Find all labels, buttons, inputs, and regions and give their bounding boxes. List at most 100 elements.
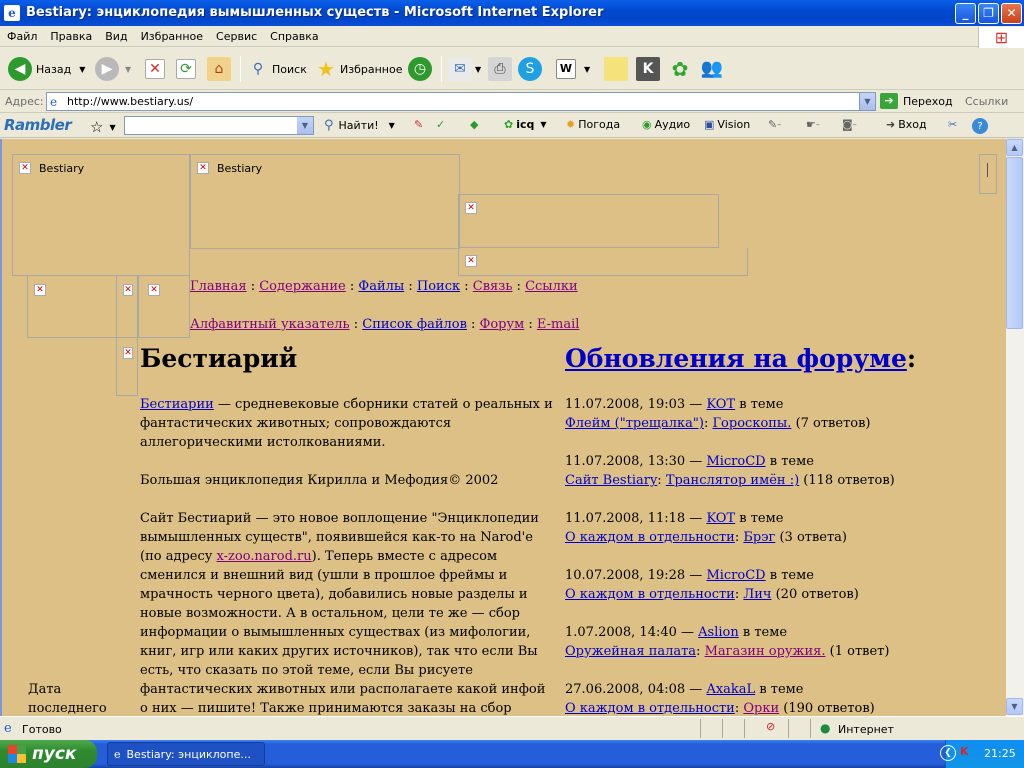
camera-icon[interactable]: ◙ – [842,118,857,131]
spellcheck-icon[interactable]: ✓ [436,118,445,131]
highlight-icon[interactable]: ✎ [414,118,423,131]
stop-button[interactable]: ✕ [145,54,165,84]
menu-edit[interactable]: Правка [43,27,98,43]
kaspersky-button[interactable]: K [636,54,660,84]
vision-button[interactable]: ▣ Vision [704,118,750,131]
clock[interactable]: 21:25 [984,747,1016,760]
tray-expand-icon[interactable]: ❮ [940,745,956,761]
intro-link[interactable]: Бестиарии [140,397,214,412]
update-forum-link[interactable]: Флейм ("трещалка") [565,416,704,431]
title-bar[interactable]: e Bestiary: энциклопедия вымышленных сущ… [0,0,1024,26]
update-user-link[interactable]: MicroCD [706,568,765,583]
bookmark-icon[interactable]: ◆ [470,118,478,131]
nav-contact[interactable]: Связь [473,279,513,294]
chevron-down-icon[interactable]: ▼ [125,65,131,74]
scroll-up-icon[interactable]: ▲ [1006,139,1023,156]
chevron-down-icon[interactable]: ▼ [79,65,85,74]
chevron-down-icon[interactable]: ▼ [475,65,481,74]
minimize-button[interactable]: _ [955,3,976,24]
update-topic-link[interactable]: Магазин оружия. [705,644,826,659]
update-topic-link[interactable]: Орки [743,701,779,716]
kaspersky-tray-icon[interactable]: K [960,745,969,758]
rambler-toolbar: Rambler ☆ ▼ ▼ ⚲ Найти! ▼ ✎ ✓ ◆ ✿ icq ▼ ✹ Погод… [0,114,1024,138]
update-reply-count: (3 ответа) [779,530,847,545]
nav-forum[interactable]: Форум [480,317,525,332]
address-dropdown-icon[interactable]: ▼ [859,93,875,110]
find-button[interactable]: ⚲ Найти! ▼ [324,118,395,133]
forum-updates-link[interactable]: Обновления на форуме [565,344,907,373]
settings-icon[interactable]: ✂ [948,118,957,131]
vertical-scrollbar[interactable]: ▲ ▼ [1006,139,1024,716]
menu-file[interactable]: Файл [0,27,43,43]
word-icon: W [556,59,576,79]
messenger-button[interactable]: 👥 [700,54,724,84]
print-button[interactable]: ⎙ [488,54,512,84]
update-forum-link[interactable]: Оружейная палата [565,644,696,659]
update-forum-link[interactable]: О каждом в отдельности [565,587,735,602]
nav-files[interactable]: Файлы [358,279,404,294]
icq-button[interactable]: ✿ icq ▼ [504,118,547,131]
close-button[interactable]: ✕ [1001,3,1022,24]
in-theme-text: в теме [742,625,788,640]
favorites-button[interactable]: ★ Избранное [314,54,402,84]
menu-help[interactable]: Справка [263,27,324,43]
update-user-link[interactable]: MicroCD [706,454,765,469]
back-button[interactable]: ◀ Назад ▼ [8,54,85,84]
history-button[interactable]: ◷ [408,54,432,84]
source-citation: Большая энциклопедия Кирилла и Мефодия© … [140,473,499,488]
nav-file-list[interactable]: Список файлов [362,317,467,332]
update-forum-link[interactable]: Сайт Bestiary [565,473,657,488]
go-button[interactable]: ➔ Переход [880,93,953,109]
scroll-down-icon[interactable]: ▼ [1006,698,1023,715]
chevron-down-icon[interactable]: ▼ [584,65,590,74]
nav-home[interactable]: Главная [190,279,247,294]
nav-links[interactable]: Ссылки [525,279,578,294]
search-dropdown-icon[interactable]: ▼ [297,117,313,134]
scroll-thumb[interactable] [1006,157,1023,329]
menu-view[interactable]: Вид [98,27,133,43]
update-user-link[interactable]: Aslion [698,625,739,640]
address-url[interactable]: http://www.bestiary.us/ [67,95,193,108]
menu-tools[interactable]: Сервис [209,27,263,43]
rambler-search-input[interactable]: ▼ [124,116,314,135]
update-forum-link[interactable]: О каждом в отдельности [565,701,735,716]
update-topic-link[interactable]: Лич [743,587,771,602]
page-content: ✕ Bestiary ✕ Bestiary ✕ ✕ ✕ ✕ ✕ ✕ Главна… [0,139,1024,716]
maximize-button[interactable]: ❐ [978,3,999,24]
update-forum-link[interactable]: О каждом в отдельности [565,530,735,545]
forward-button[interactable]: ▶ ▼ [95,54,131,84]
tool-icon[interactable]: ✎ – [768,118,781,131]
icq-button[interactable]: ✿ [668,54,692,84]
nav-email[interactable]: E-mail [537,317,580,332]
help-icon[interactable]: ? [972,118,988,134]
notes-button[interactable] [604,54,628,84]
update-topic-link[interactable]: Брэг [743,530,775,545]
rambler-logo[interactable]: Rambler [4,116,72,134]
audio-button[interactable]: ◉ Аудио [642,118,690,131]
nav-alphabetical-index[interactable]: Алфавитный указатель [190,317,350,332]
word-button[interactable]: W ▼ [556,54,590,84]
update-user-link[interactable]: KOT [706,397,735,412]
mail-button[interactable]: ✉ ▼ [448,54,481,84]
refresh-button[interactable]: ⟳ [176,54,196,84]
links-label[interactable]: Ссылки [965,95,1008,108]
star-outline-icon[interactable]: ☆ ▼ [90,118,116,136]
menu-favorites[interactable]: Избранное [134,27,209,43]
nav-search[interactable]: Поиск [417,279,460,294]
nav-contents[interactable]: Содержание [259,279,346,294]
login-button[interactable]: ➜ Вход [886,118,927,131]
skype-button[interactable]: S [518,54,542,84]
hand-icon[interactable]: ☛ – [806,118,820,131]
start-button[interactable]: пуск [0,740,97,768]
address-input[interactable]: e http://www.bestiary.us/ ▼ [46,92,876,111]
blocked-icon[interactable]: ⊘ [766,720,775,739]
update-topic-link[interactable]: Гороскопы. [712,416,791,431]
home-button[interactable]: ⌂ [207,54,231,84]
update-user-link[interactable]: KOT [706,511,735,526]
taskbar-item-ie[interactable]: e Bestiary: энциклопе... [107,742,265,766]
update-user-link[interactable]: AxakaL [706,682,755,697]
weather-button[interactable]: ✹ Погода [566,118,620,131]
search-button[interactable]: ⚲ Поиск [246,54,307,84]
old-site-link[interactable]: x-zoo.narod.ru [217,549,312,564]
update-topic-link[interactable]: Транслятор имён :) [666,473,799,488]
